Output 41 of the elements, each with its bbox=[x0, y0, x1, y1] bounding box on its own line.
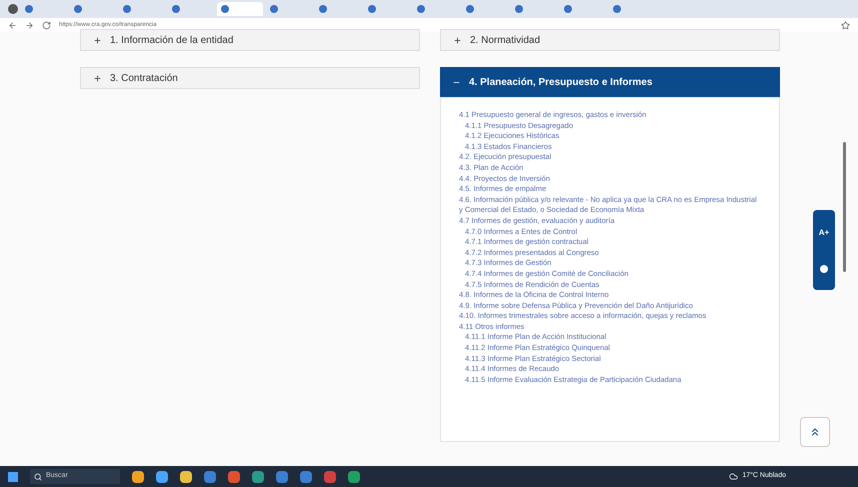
favicon-icon bbox=[368, 5, 376, 13]
favicon-icon bbox=[319, 5, 327, 13]
favicon-icon bbox=[564, 5, 572, 13]
favicon-icon bbox=[221, 5, 229, 13]
chevrons-up-icon bbox=[809, 426, 821, 438]
app-icon[interactable] bbox=[204, 470, 216, 482]
accordion-header[interactable]: 3. Contratación bbox=[80, 67, 420, 89]
contrast-icon[interactable] bbox=[820, 265, 828, 273]
favicon-icon bbox=[25, 5, 33, 13]
app-icon[interactable] bbox=[300, 470, 312, 482]
app-icon[interactable] bbox=[156, 470, 168, 482]
back-icon[interactable] bbox=[8, 20, 17, 30]
app-icon[interactable] bbox=[180, 470, 192, 482]
plus-icon bbox=[453, 36, 462, 44]
favicon-icon bbox=[417, 5, 425, 13]
plus-icon bbox=[93, 36, 102, 44]
favicon-icon bbox=[515, 5, 523, 13]
favicon-icon bbox=[613, 5, 621, 13]
plus-icon bbox=[93, 74, 102, 82]
favicon-icon bbox=[123, 5, 131, 13]
favicon-icon bbox=[172, 5, 180, 13]
search-icon bbox=[34, 472, 42, 480]
profile-icon bbox=[8, 4, 18, 14]
start-icon[interactable] bbox=[8, 472, 18, 482]
accordion-header[interactable]: 4. Planeación, Presupuesto e Informes bbox=[440, 67, 780, 97]
browser-tab[interactable] bbox=[217, 2, 263, 16]
favorite-icon[interactable] bbox=[841, 20, 850, 30]
reload-icon[interactable] bbox=[42, 20, 51, 30]
app-icon[interactable] bbox=[348, 470, 360, 482]
app-icon[interactable] bbox=[132, 470, 144, 482]
app-icon[interactable] bbox=[276, 470, 288, 482]
accordion-header[interactable]: 2. Normatividad bbox=[440, 29, 780, 51]
favicon-icon bbox=[270, 5, 278, 13]
app-icon[interactable] bbox=[252, 470, 264, 482]
font-size-button[interactable]: A+ bbox=[818, 227, 830, 239]
favicon-icon bbox=[74, 5, 82, 13]
app-icon[interactable] bbox=[228, 470, 240, 482]
favicon-icon bbox=[466, 5, 474, 13]
accordion-header[interactable]: 1. Información de la entidad bbox=[80, 29, 420, 51]
forward-icon[interactable] bbox=[25, 20, 34, 30]
weather-icon bbox=[729, 472, 738, 481]
